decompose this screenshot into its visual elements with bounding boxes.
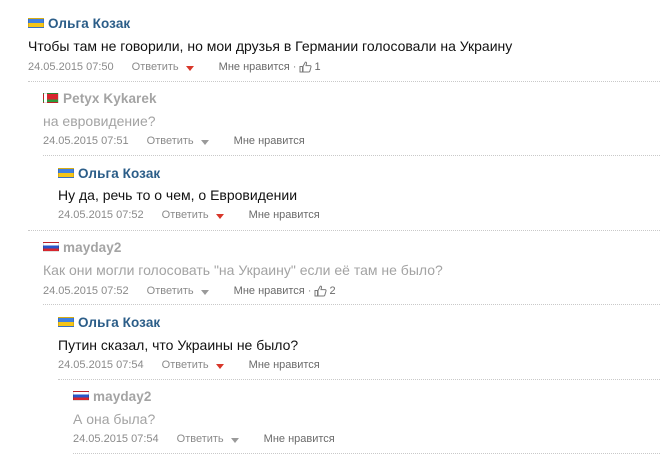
- reply-button[interactable]: Ответить: [162, 359, 224, 371]
- separator-dot: ·: [307, 285, 312, 297]
- like-button[interactable]: Мне нравится: [249, 359, 320, 371]
- reply-button[interactable]: Ответить: [132, 61, 194, 73]
- separator-dot: ·: [292, 61, 297, 73]
- comment-date: 24.05.2015 07:52: [58, 209, 144, 221]
- comment-divider: [58, 379, 660, 380]
- comment-meta: 24.05.2015 07:54 Ответить Мне нравится: [58, 358, 320, 372]
- comment-text: Чтобы там не говорили, но мои друзья в Г…: [28, 38, 513, 54]
- chevron-down-icon[interactable]: [200, 289, 209, 295]
- ukraine-flag-icon: [58, 317, 74, 327]
- comment-header: mayday2: [73, 388, 152, 404]
- reply-button[interactable]: Ответить: [147, 285, 209, 297]
- comment-divider: [43, 155, 660, 156]
- reply-label: Ответить: [146, 135, 194, 147]
- comment-header: Petyx Kykarek: [43, 90, 157, 106]
- chevron-down-icon[interactable]: [185, 65, 194, 71]
- reply-label: Ответить: [176, 433, 224, 445]
- comment-date: 24.05.2015 07:52: [43, 285, 129, 297]
- comment-header: Ольга Козак: [58, 314, 160, 330]
- comment-header: Ольга Козак: [58, 165, 160, 181]
- comment-divider: [28, 230, 660, 231]
- comment-thread: Ольга Козак Чтобы там не говорили, но мо…: [0, 0, 660, 458]
- thumbs-up-icon: [314, 285, 327, 297]
- russia-flag-icon: [43, 242, 59, 252]
- like-button[interactable]: Мне нравится: [234, 135, 305, 147]
- belarus-flag-icon: [43, 93, 59, 103]
- chevron-down-icon[interactable]: [215, 363, 224, 369]
- reply-label: Ответить: [161, 209, 209, 221]
- author-name[interactable]: Ольга Козак: [78, 315, 160, 330]
- author-name[interactable]: mayday2: [93, 389, 152, 404]
- reply-label: Ответить: [161, 359, 209, 371]
- comment-meta: 24.05.2015 07:54 Ответить Мне нравится: [73, 432, 335, 446]
- like-button[interactable]: Мне нравится: [234, 285, 305, 297]
- like-button[interactable]: Мне нравится: [219, 61, 290, 73]
- comment-divider: [28, 81, 660, 82]
- comment-header: Ольга Козак: [28, 15, 130, 31]
- author-name[interactable]: mayday2: [63, 240, 122, 255]
- author-name[interactable]: Ольга Козак: [78, 166, 160, 181]
- comment-date: 24.05.2015 07:50: [28, 61, 114, 73]
- russia-flag-icon: [73, 391, 89, 401]
- ukraine-flag-icon: [28, 18, 44, 28]
- comment-date: 24.05.2015 07:54: [58, 359, 144, 371]
- comment-meta: 24.05.2015 07:50 Ответить Мне нравится ·…: [28, 60, 321, 74]
- comment-text: на евровидение?: [43, 113, 156, 129]
- reply-button[interactable]: Ответить: [162, 209, 224, 221]
- reply-button[interactable]: Ответить: [147, 135, 209, 147]
- comment-date: 24.05.2015 07:51: [43, 135, 129, 147]
- chevron-down-icon[interactable]: [230, 437, 239, 443]
- author-name[interactable]: Petyx Kykarek: [63, 91, 157, 106]
- like-button[interactable]: Мне нравится: [249, 209, 320, 221]
- like-count: 1: [314, 61, 321, 73]
- ukraine-flag-icon: [58, 168, 74, 178]
- comment-text: Ну да, речь то о чем, о Евровидении: [58, 187, 298, 203]
- author-name[interactable]: Ольга Козак: [48, 16, 130, 31]
- chevron-down-icon[interactable]: [200, 139, 209, 145]
- thumbs-up-icon: [299, 61, 312, 73]
- comment-divider: [73, 453, 660, 454]
- comment-header: mayday2: [43, 239, 122, 255]
- comment-meta: 24.05.2015 07:51 Ответить Мне нравится: [43, 134, 305, 148]
- reply-button[interactable]: Ответить: [177, 433, 239, 445]
- comment-divider: [43, 304, 660, 305]
- chevron-down-icon[interactable]: [215, 213, 224, 219]
- comment-meta: 24.05.2015 07:52 Ответить Мне нравится ·…: [43, 284, 336, 298]
- comment-text: А она была?: [73, 411, 156, 427]
- like-button[interactable]: Мне нравится: [264, 433, 335, 445]
- comment-date: 24.05.2015 07:54: [73, 433, 159, 445]
- comment-meta: 24.05.2015 07:52 Ответить Мне нравится: [58, 208, 320, 222]
- comment-text: Как они могли голосовать "на Украину" ес…: [43, 262, 443, 278]
- comment-text: Путин сказал, что Украины не было?: [58, 337, 299, 353]
- like-count: 2: [329, 285, 336, 297]
- reply-label: Ответить: [131, 61, 179, 73]
- reply-label: Ответить: [146, 285, 194, 297]
